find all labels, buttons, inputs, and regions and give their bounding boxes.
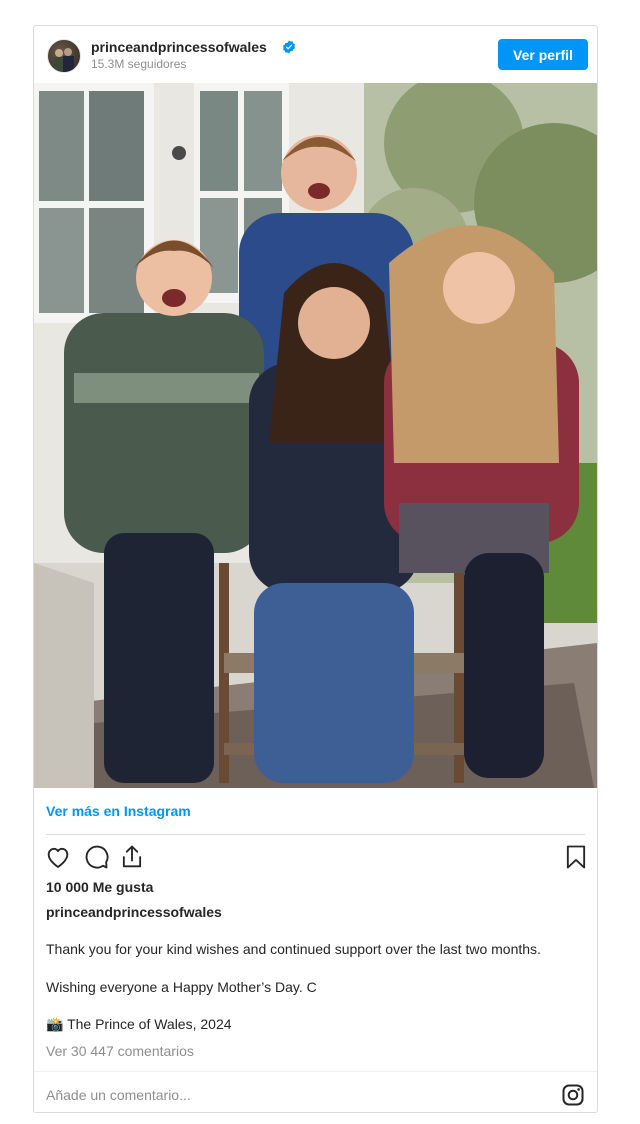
bookmark-icon[interactable] [562,843,590,871]
caption-username[interactable]: princeandprincessofwales [46,904,222,920]
instagram-embed-card: princeandprincessofwales 15.3M seguidore… [33,25,598,1113]
family-photo-illustration [34,83,597,788]
comment-icon[interactable] [82,843,110,871]
post-photo[interactable] [34,83,597,788]
share-icon[interactable] [118,843,146,871]
username-link[interactable]: princeandprincessofwales [91,39,267,55]
likes-count[interactable]: 10 000 Me gusta [46,879,153,895]
divider [46,834,585,835]
caption-line: 📸 The Prince of Wales, 2024 [46,1016,232,1032]
instagram-logo-icon[interactable] [561,1083,585,1107]
view-more-on-instagram-link[interactable]: Ver más en Instagram [46,803,191,819]
view-profile-button[interactable]: Ver perfil [498,39,588,70]
avatar[interactable] [47,39,81,73]
view-comments-link[interactable]: Ver 30 447 comentarios [46,1043,194,1059]
action-bar [44,843,589,871]
divider [34,1071,597,1072]
heart-icon[interactable] [44,843,72,871]
post-header: princeandprincessofwales 15.3M seguidore… [34,26,599,83]
comment-input[interactable] [46,1084,516,1106]
verified-badge-icon [283,40,295,54]
followers-count: 15.3M seguidores [91,57,187,71]
caption-line: Thank you for your kind wishes and conti… [46,941,541,957]
caption-line: Wishing everyone a Happy Mother’s Day. C [46,979,317,995]
